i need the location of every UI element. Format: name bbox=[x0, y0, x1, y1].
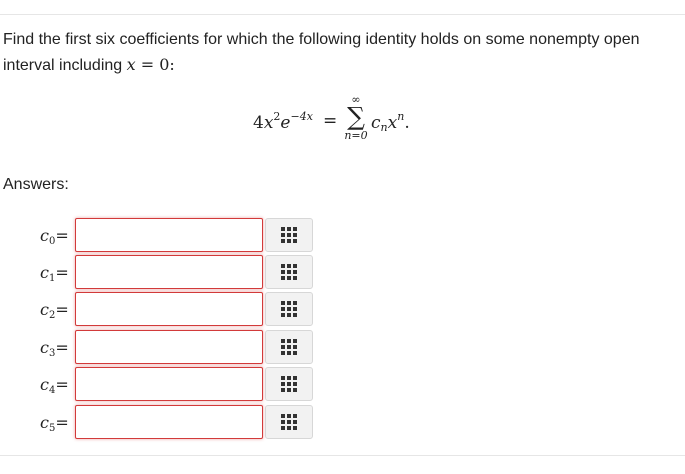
grid-icon bbox=[281, 376, 297, 392]
coefficient-input-c0[interactable] bbox=[75, 218, 263, 252]
coefficient-input-c2[interactable] bbox=[75, 292, 263, 326]
rhs-variable: x bbox=[387, 113, 398, 133]
answer-row-c1: c1= bbox=[0, 255, 330, 291]
top-divider bbox=[0, 14, 685, 15]
coefficient-input-c4[interactable] bbox=[75, 367, 263, 401]
lhs-coefficient: 4 bbox=[253, 113, 264, 133]
answer-row-c0: c0= bbox=[0, 218, 330, 254]
sigma-symbol: ∑ bbox=[347, 102, 365, 131]
rhs-coefficient: c bbox=[371, 113, 381, 133]
math-palette-button[interactable] bbox=[265, 367, 313, 401]
rhs-period: . bbox=[404, 113, 410, 133]
grid-icon bbox=[281, 264, 297, 280]
lhs-e-exponent: −4x bbox=[290, 110, 313, 123]
grid-icon bbox=[281, 414, 297, 430]
coefficient-label: c4= bbox=[40, 375, 69, 396]
math-palette-button[interactable] bbox=[265, 292, 313, 326]
math-palette-button[interactable] bbox=[265, 330, 313, 364]
rhs-subscript: n bbox=[380, 121, 388, 134]
coefficient-input-c5[interactable] bbox=[75, 405, 263, 439]
lhs-euler-e: e bbox=[280, 113, 291, 133]
coefficient-label: c1= bbox=[40, 263, 69, 284]
sum-lower-limit: n=0 bbox=[344, 129, 368, 142]
coefficient-input-c1[interactable] bbox=[75, 255, 263, 289]
grid-icon bbox=[281, 301, 297, 317]
question-variable: x bbox=[126, 55, 136, 74]
math-palette-button[interactable] bbox=[265, 255, 313, 289]
question-condition: = 0: bbox=[135, 55, 175, 74]
coefficient-input-c3[interactable] bbox=[75, 330, 263, 364]
math-palette-button[interactable] bbox=[265, 218, 313, 252]
answer-row-c2: c2= bbox=[0, 292, 330, 328]
grid-icon bbox=[281, 227, 297, 243]
answer-row-c3: c3= bbox=[0, 330, 330, 366]
coefficient-label: c3= bbox=[40, 338, 69, 359]
coefficient-label: c5= bbox=[40, 413, 69, 434]
answers-label: Answers: bbox=[3, 176, 69, 193]
summation: ∞ ∑ n=0 bbox=[343, 94, 369, 143]
coefficient-label: c0= bbox=[40, 226, 69, 247]
lhs-variable: x bbox=[263, 113, 274, 133]
power-series-identity: 4x2e−4x = ∞ ∑ n=0 cnxn. bbox=[253, 94, 443, 164]
answer-row-c4: c4= bbox=[0, 367, 330, 403]
coefficient-label: c2= bbox=[40, 300, 69, 321]
bottom-divider bbox=[0, 455, 685, 456]
identity-equals: = bbox=[323, 111, 338, 131]
question-text: Find the first six coefficients for whic… bbox=[3, 27, 683, 78]
grid-icon bbox=[281, 339, 297, 355]
identity-lhs: 4x2e−4x bbox=[253, 110, 313, 133]
identity-rhs: cnxn. bbox=[371, 110, 410, 134]
answer-row-c5: c5= bbox=[0, 405, 330, 441]
question-prose: Find the first six coefficients for whic… bbox=[3, 31, 640, 74]
math-palette-button[interactable] bbox=[265, 405, 313, 439]
